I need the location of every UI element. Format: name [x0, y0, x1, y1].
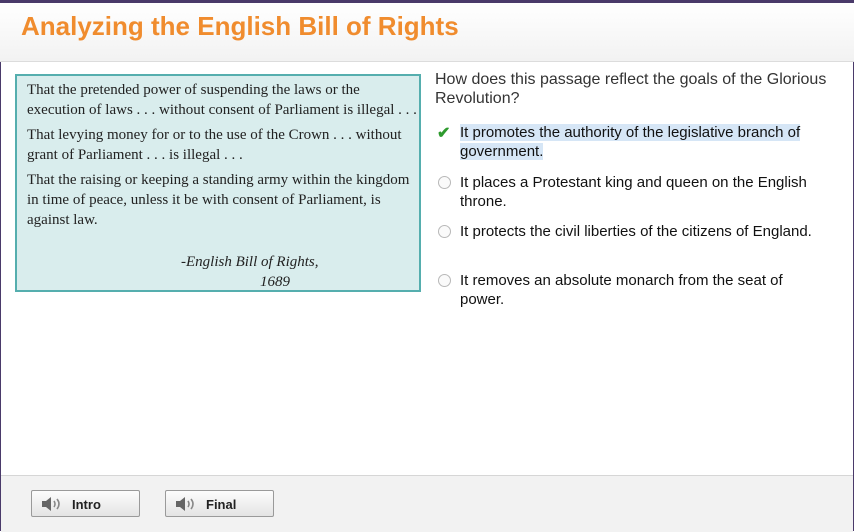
header: Analyzing the English Bill of Rights: [0, 3, 854, 62]
answer-option-4-label: It removes an absolute monarch from the …: [460, 272, 783, 308]
answer-option-3-label: It protects the civil liberties of the c…: [460, 223, 812, 240]
intro-button[interactable]: Intro: [31, 490, 140, 517]
passage-paragraph-2: That levying money for or to the use of …: [27, 127, 402, 163]
passage-box: That the pretended power of suspending t…: [15, 74, 421, 292]
question-text: How does this passage reflect the goals …: [435, 71, 827, 107]
radio-button-icon[interactable]: [438, 176, 451, 189]
citation-source: -English Bill of Rights,: [181, 254, 319, 270]
passage-paragraph-1: That the pretended power of suspending t…: [27, 82, 417, 118]
passage-citation: -English Bill of Rights, 1689: [181, 252, 319, 292]
citation-year: 1689: [260, 274, 290, 290]
page-title: Analyzing the English Bill of Rights: [21, 11, 459, 41]
speaker-icon: [42, 497, 60, 511]
footer-bar: Intro Final: [1, 475, 853, 532]
final-button[interactable]: Final: [165, 490, 274, 517]
intro-button-label: Intro: [72, 497, 101, 512]
answer-option-2-label: It places a Protestant king and queen on…: [460, 174, 807, 210]
speaker-icon: [176, 497, 194, 511]
checkmark-icon: ✔: [437, 125, 451, 142]
final-button-label: Final: [206, 497, 237, 512]
radio-button-icon[interactable]: [438, 225, 451, 238]
passage-paragraph-3: That the raising or keeping a standing a…: [27, 172, 410, 228]
radio-button-icon[interactable]: [438, 274, 451, 287]
answer-option-1-label: It promotes the authority of the legisla…: [460, 124, 801, 160]
